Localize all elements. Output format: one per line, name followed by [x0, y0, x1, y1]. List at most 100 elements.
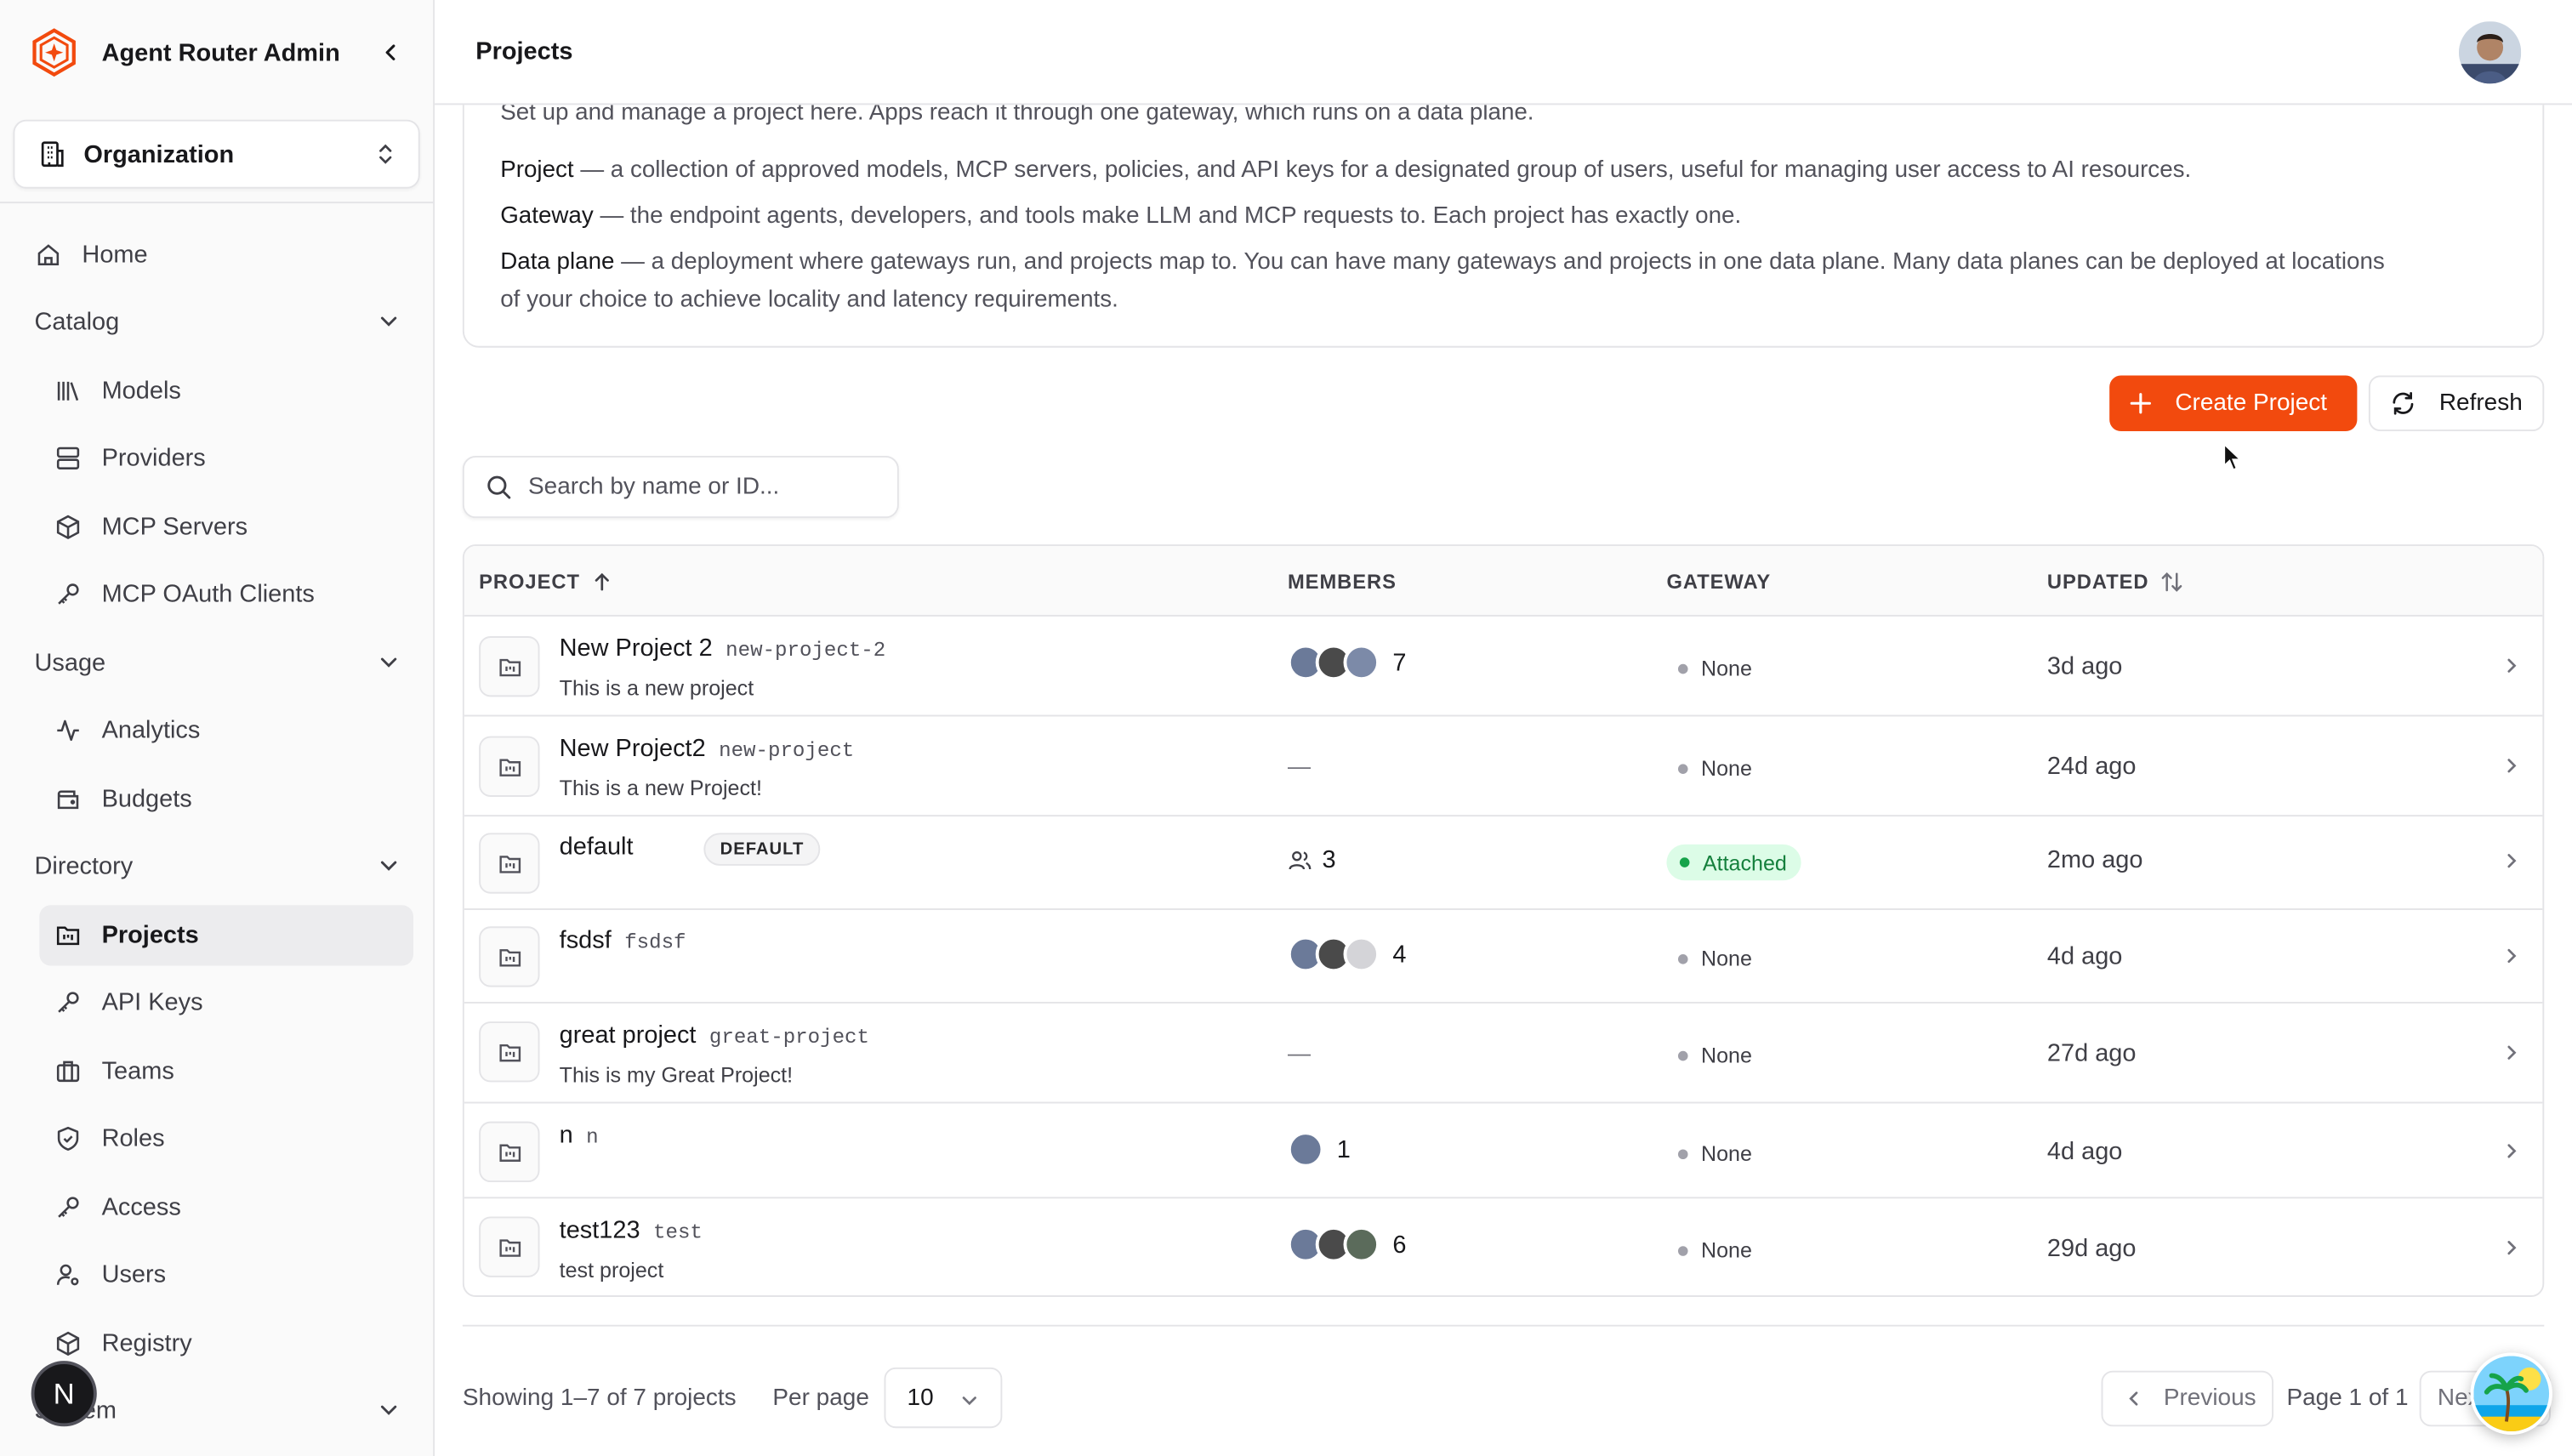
- sidebar-item-projects[interactable]: Projects: [39, 905, 414, 966]
- column-header-gateway: GATEWAY: [1666, 571, 1771, 594]
- project-name-text: New Project 2: [559, 634, 713, 663]
- organization-label: Organization: [83, 139, 235, 168]
- folder-kanban-icon: [479, 1121, 540, 1183]
- folder-kanban-icon: [479, 736, 540, 797]
- default-badge: DEFAULT: [703, 833, 821, 866]
- gateway-status: None: [1677, 755, 1752, 781]
- chevron-right-icon: [2507, 658, 2517, 673]
- gateway-status-text: None: [1700, 1140, 1752, 1166]
- updated-time: 24d ago: [2046, 752, 2137, 781]
- project-name: nn: [560, 1122, 599, 1150]
- shield-check-icon: [57, 1126, 79, 1151]
- project-description: This is my Great Project!: [559, 1062, 794, 1088]
- project-name-text: default: [559, 833, 634, 862]
- refresh-button[interactable]: Refresh: [2368, 375, 2545, 432]
- previous-page-button[interactable]: Previous: [2101, 1370, 2274, 1427]
- sidebar-group-catalog[interactable]: Catalog: [20, 292, 413, 352]
- table-row[interactable]: New Project2 new-project This is a new Pr…: [464, 716, 2543, 817]
- sidebar-group-usage[interactable]: Usage: [20, 633, 413, 693]
- sidebar-item-home[interactable]: Home: [20, 225, 394, 285]
- sidebar-item-models[interactable]: Models: [39, 361, 413, 421]
- sidebar-item-roles[interactable]: Roles: [39, 1108, 413, 1169]
- chevron-right-icon: [2507, 1045, 2517, 1060]
- gateway-status-text: None: [1700, 656, 1752, 681]
- sidebar-item-label: Providers: [101, 444, 206, 473]
- column-header-project[interactable]: PROJECT: [479, 571, 611, 594]
- table-row[interactable]: test123 test test project 6 None 29d ago: [464, 1198, 2543, 1295]
- gateway-status: None: [1677, 946, 1752, 970]
- refresh-icon: [2393, 391, 2414, 415]
- key-icon: [58, 1197, 79, 1218]
- column-label: UPDATED: [2046, 570, 2149, 594]
- member-count: 7: [1392, 648, 1407, 677]
- project-description: test project: [559, 1257, 664, 1283]
- sidebar-item-label: API Keys: [101, 988, 203, 1017]
- project-description: This is a new project: [559, 675, 754, 701]
- folder-kanban-icon: [479, 833, 540, 894]
- table-row[interactable]: nn 1 None 4d ago: [464, 1103, 2543, 1199]
- footer-divider: [462, 1324, 2545, 1327]
- project-description: This is a new Project!: [559, 775, 762, 800]
- chevron-down-icon: [380, 316, 397, 327]
- project-name: default: [560, 833, 634, 861]
- chevron-right-icon: [2507, 948, 2517, 964]
- member-count: 6: [1392, 1230, 1407, 1259]
- project-id: n: [586, 1126, 599, 1150]
- project-name: New Project2 new-project: [560, 735, 855, 763]
- sidebar-item-teams[interactable]: Teams: [39, 1041, 413, 1101]
- sidebar-item-label: Models: [101, 377, 181, 406]
- sidebar-group-directory[interactable]: Directory: [20, 836, 413, 896]
- per-page-select[interactable]: 10: [884, 1367, 1003, 1429]
- boxes-icon: [56, 1331, 80, 1356]
- table-header: PROJECT MEMBERS GATEWAY UPDATED: [464, 545, 2543, 617]
- sidebar-item-label: Teams: [101, 1057, 174, 1086]
- gateway-status-text: None: [1700, 755, 1752, 781]
- projects-table: PROJECT MEMBERS GATEWAY UPDATED New Proj…: [462, 544, 2545, 1297]
- table-row[interactable]: great project great-project This is my Gr…: [464, 1004, 2543, 1104]
- sidebar-item-budgets[interactable]: Budgets: [39, 769, 413, 829]
- sidebar-item-mcp-servers[interactable]: MCP Servers: [39, 497, 413, 557]
- sidebar-item-users[interactable]: Users: [39, 1244, 413, 1305]
- member-count: 1: [1336, 1135, 1351, 1163]
- create-project-button[interactable]: Create Project: [2109, 375, 2358, 432]
- app-title: Agent Router Admin: [101, 38, 340, 67]
- search-field[interactable]: [462, 455, 899, 519]
- search-input[interactable]: [528, 474, 856, 501]
- organization-selector[interactable]: Organization: [13, 119, 420, 189]
- assistant-launcher[interactable]: [2470, 1352, 2552, 1435]
- collapse-sidebar-button[interactable]: [374, 36, 407, 69]
- sidebar-item-analytics[interactable]: Analytics: [39, 700, 413, 760]
- user-avatar[interactable]: [2458, 21, 2522, 84]
- status-dot: [1677, 663, 1688, 674]
- chevron-right-icon: [2507, 854, 2517, 868]
- sidebar-item-access[interactable]: Access: [39, 1177, 413, 1237]
- arrow-up-icon: [594, 572, 609, 591]
- updated-time: 4d ago: [2046, 942, 2123, 971]
- user-menu-avatar[interactable]: N: [31, 1361, 97, 1427]
- column-label: GATEWAY: [1666, 570, 1772, 594]
- table-row[interactable]: fsdsf fsdsf 4 None 4d ago: [464, 910, 2543, 1004]
- sidebar-header: Agent Router Admin: [0, 0, 433, 105]
- updated-time: 29d ago: [2046, 1234, 2137, 1263]
- member-count: 4: [1392, 940, 1407, 969]
- users-icon: [1289, 850, 1312, 870]
- sidebar-item-mcp-oauth-clients[interactable]: MCP OAuth Clients: [39, 564, 413, 624]
- info-gateway-definition: Gateway — the endpoint agents, developer…: [500, 198, 1741, 236]
- sidebar-item-api-keys[interactable]: API Keys: [39, 972, 413, 1032]
- status-dot: [1677, 1148, 1688, 1159]
- sidebar-item-label: Budgets: [101, 785, 192, 814]
- column-header-updated[interactable]: UPDATED: [2047, 571, 2183, 594]
- status-dot: [1677, 1049, 1688, 1061]
- chevron-down-icon: [380, 861, 397, 871]
- sidebar-item-providers[interactable]: Providers: [39, 428, 413, 488]
- table-row[interactable]: default DEFAULT 3 Attached 2mo ago: [464, 816, 2543, 910]
- gateway-status-text: Attached: [1702, 850, 1787, 875]
- avatar: [1343, 1226, 1380, 1263]
- info-dataplane-definition: Data plane — a deployment where gateways…: [500, 244, 2385, 282]
- sidebar-item-label: MCP Servers: [101, 513, 248, 542]
- table-row[interactable]: New Project 2 new-project-2 This is a new…: [464, 617, 2543, 717]
- sidebar-item-registry[interactable]: Registry: [39, 1313, 413, 1374]
- chevron-down-icon: [962, 1396, 976, 1406]
- folder-kanban-icon: [479, 1021, 540, 1083]
- per-page-label: Per page: [772, 1385, 869, 1412]
